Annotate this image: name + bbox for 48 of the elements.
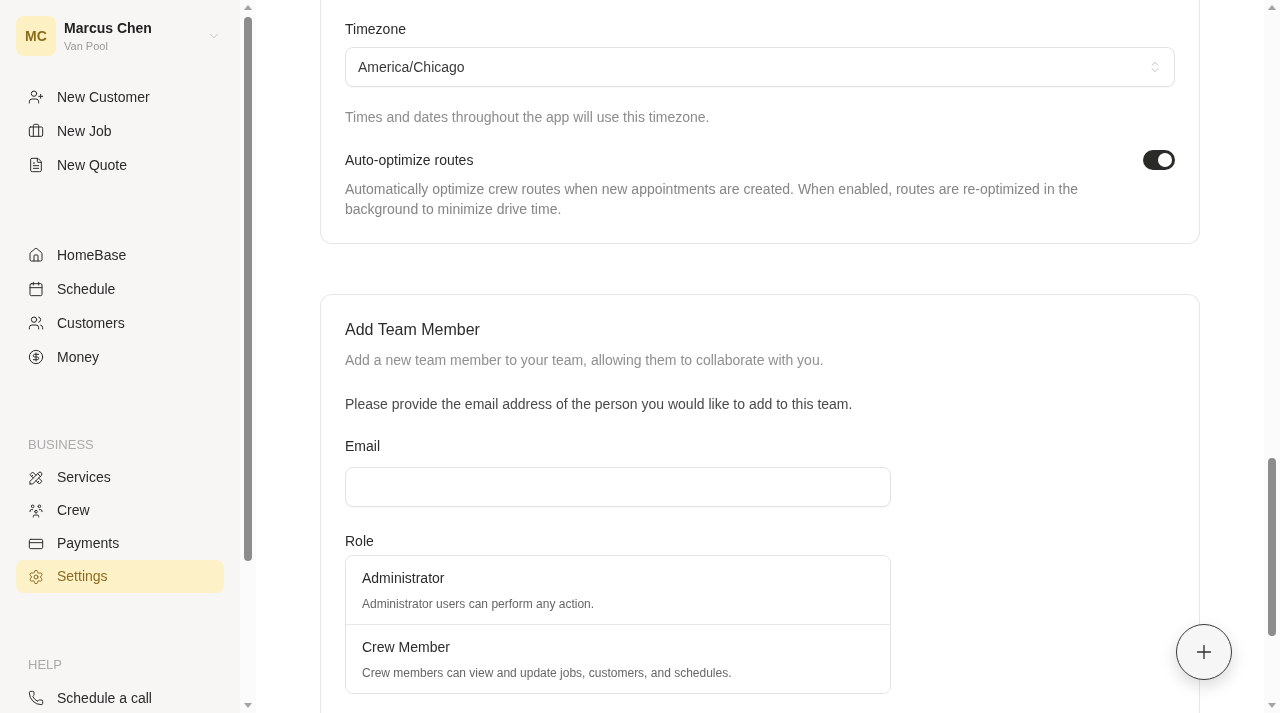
sidebar-item[interactable]: HomeBase (16, 238, 224, 272)
briefcase-icon (28, 123, 44, 139)
scroll-up-icon[interactable] (1268, 5, 1276, 10)
dollar-coin-icon (28, 349, 44, 365)
section-heading: BUSINESS (27, 437, 95, 453)
tools-icon (28, 469, 44, 486)
sidebar-item[interactable]: Schedule (16, 272, 224, 306)
instructions-text: Please provide the email address of the person you would like to add to this team. (345, 395, 854, 414)
user-avatar: MC (16, 16, 56, 56)
user-subtitle: Van Pool (64, 39, 109, 53)
calendar-icon (28, 281, 44, 297)
sidebar-item[interactable]: Settings (16, 560, 224, 593)
scrollbar-thumb[interactable] (1268, 458, 1276, 636)
sidebar-item[interactable]: Payments (16, 527, 224, 560)
field-label: Role (345, 532, 375, 551)
sidebar-item[interactable]: Services (16, 461, 224, 494)
card-subtitle: Add a new team member to your team, allowing them to collaborate with you. (345, 351, 825, 370)
setting-label: Auto-optimize routes (345, 151, 474, 170)
house-icon (28, 247, 44, 263)
card-title: Add Team Member (345, 320, 481, 340)
phone-icon (28, 690, 44, 706)
scroll-down-icon[interactable] (1268, 703, 1276, 708)
add-button[interactable] (1176, 624, 1232, 680)
sidebar-item[interactable]: Crew (16, 494, 224, 527)
sidebar-item[interactable]: New Customer (16, 80, 224, 114)
email-input[interactable] (345, 467, 891, 507)
toggle-switch[interactable] (1143, 150, 1175, 170)
section-heading: HELP (27, 657, 63, 673)
settings-icon (28, 568, 44, 585)
sidebar-item[interactable]: Schedule a call (16, 681, 224, 713)
user-name: Marcus Chen (64, 19, 153, 37)
role-option[interactable]: Crew Member Crew members can view and update jobs, customers, and schedules. (346, 624, 890, 693)
timezone-select[interactable]: America/Chicago (345, 47, 1175, 87)
field-label: Email (345, 437, 381, 456)
document-icon (28, 157, 44, 173)
scrollbar[interactable] (1264, 0, 1280, 713)
field-label: Timezone (345, 20, 407, 39)
sidebar-item[interactable]: Money (16, 340, 224, 374)
sidebar-item[interactable]: New Quote (16, 148, 224, 182)
scrollbar-thumb[interactable] (244, 17, 252, 561)
field-hint: Times and dates throughout the app will use this timezone. (345, 108, 711, 127)
scrollbar[interactable] (240, 0, 256, 713)
sidebar-item[interactable]: Customers (16, 306, 224, 340)
user-plus-icon (28, 89, 44, 105)
sidebar-item[interactable]: New Job (16, 114, 224, 148)
users-icon (28, 315, 44, 331)
people-group-icon (28, 502, 44, 519)
setting-description: Automatically optimize crew routes when new appointments are created. When enabled, routes are re-optimized in the background to minimize drive time. (345, 180, 1080, 219)
